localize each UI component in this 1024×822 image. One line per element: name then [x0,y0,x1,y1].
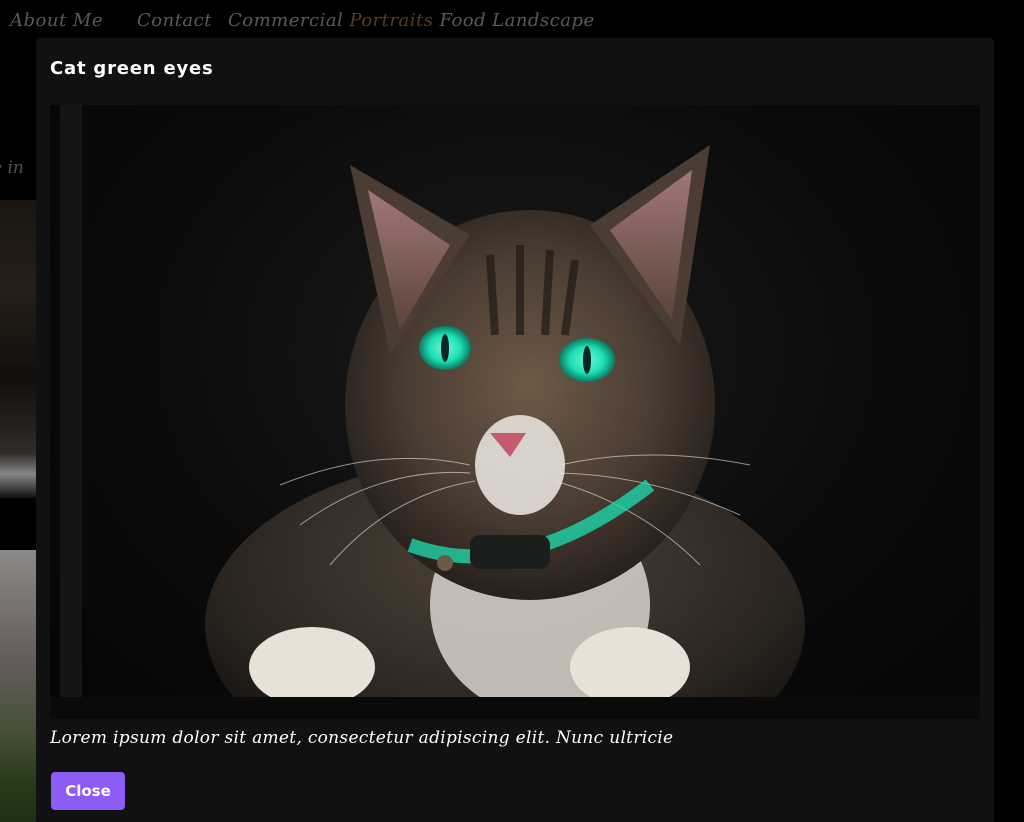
modal-title: Cat green eyes [50,58,214,79]
modal-photo [50,105,980,719]
modal-caption: Lorem ipsum dolor sit amet, consectetur … [50,728,674,748]
close-button[interactable]: Close [51,772,125,810]
image-modal: Cat green eyes Lorem ipsum dolor sit ame… [36,38,994,822]
cat-image [50,105,980,719]
